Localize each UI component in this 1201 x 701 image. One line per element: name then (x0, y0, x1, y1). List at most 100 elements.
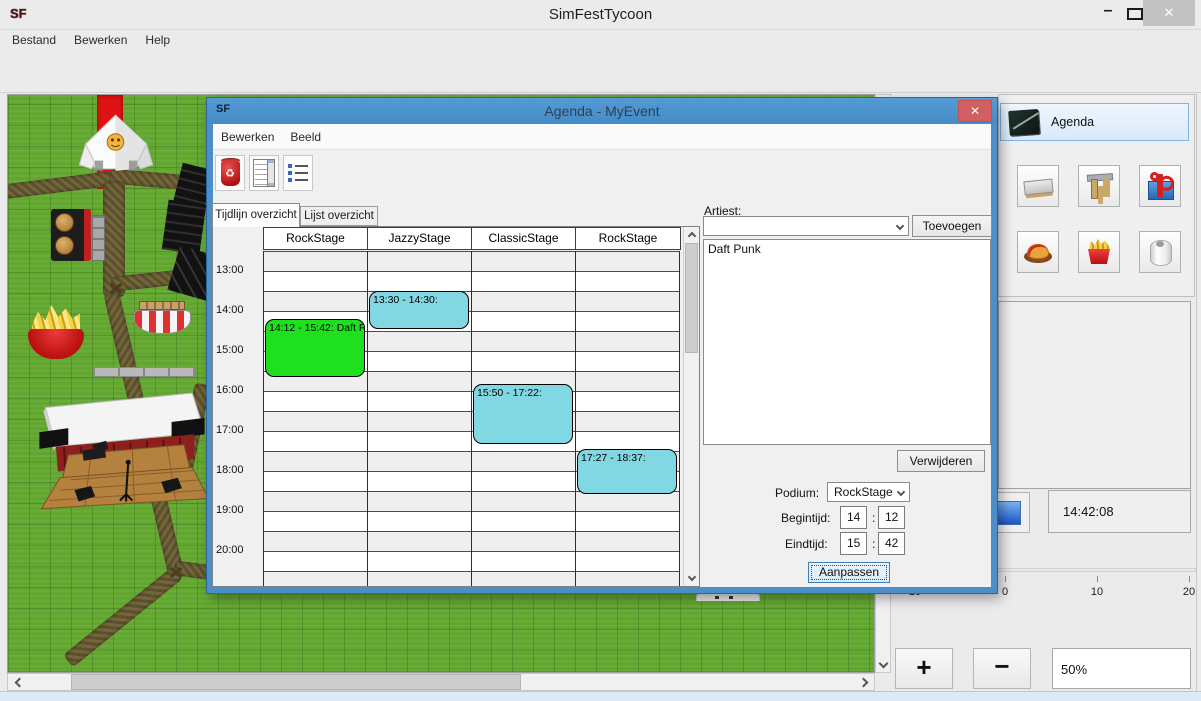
schedule-event[interactable]: 15:50 - 17:22: (473, 384, 573, 443)
play-icon (997, 501, 1021, 525)
artist-list-item[interactable]: Daft Punk (704, 240, 990, 258)
column-header: JazzyStage (367, 227, 472, 250)
scroll-down-icon[interactable] (686, 571, 698, 583)
begin-hour-field[interactable]: 14 (840, 506, 867, 529)
menu-bestand[interactable]: Bestand (4, 31, 64, 49)
tab-timeline[interactable]: Tijdlijn overzicht (212, 203, 300, 227)
chevron-down-icon (896, 222, 904, 230)
apply-button[interactable]: Aanpassen (808, 562, 890, 583)
time-label: 19:00 (216, 504, 260, 516)
zoom-level-field[interactable]: 50% (1052, 648, 1191, 689)
time-gutter: 13:0014:0015:0016:0017:0018:0019:0020:00 (213, 227, 263, 586)
slider-tick-label: 10 (1082, 586, 1112, 598)
schedule-event[interactable]: 14:12 - 15:42: Daft Punk (265, 319, 365, 377)
close-button[interactable]: ✕ (1143, 0, 1195, 26)
list-view-icon (287, 162, 309, 184)
column-header: ClassicStage (471, 227, 576, 250)
minimize-button[interactable]: – (1095, 2, 1121, 24)
stage-gate-icon (1084, 172, 1114, 200)
trash-icon: ♻ (221, 160, 240, 186)
column-header: RockStage (263, 227, 368, 250)
festival-tent[interactable] (76, 111, 156, 173)
time-label: 18:00 (216, 464, 260, 476)
artist-combobox[interactable] (703, 216, 909, 236)
end-minute-field[interactable]: 42 (878, 532, 905, 555)
timeline-view-button[interactable] (249, 155, 279, 191)
scroll-left-icon[interactable] (12, 675, 26, 689)
scroll-right-icon[interactable] (856, 675, 870, 689)
window-titlebar[interactable]: SF SimFestTycoon – ✕ (0, 0, 1201, 30)
shop-grid (1000, 165, 1195, 295)
schedule-scrollbar[interactable] (683, 227, 700, 586)
path-cross-mark (108, 281, 124, 297)
shop-button-gift[interactable] (1139, 165, 1181, 207)
shop-button-toilet-paper[interactable] (1139, 231, 1181, 273)
scrollbar-thumb[interactable] (685, 243, 698, 353)
clock-display: 14:42:08 (1048, 490, 1191, 533)
gift-bow (1149, 171, 1159, 181)
gift-icon (1145, 172, 1175, 200)
shop-button-fries[interactable] (1078, 231, 1120, 273)
road-tile-icon (1023, 172, 1053, 200)
podium-label: Podium: (775, 486, 819, 500)
speaker-rig[interactable] (151, 166, 213, 298)
main-toolbar (0, 50, 1201, 93)
tab-list[interactable]: Lijst overzicht (300, 206, 378, 226)
ticket-booth[interactable] (134, 301, 191, 335)
schedule-event[interactable]: 13:30 - 14:30: (369, 291, 469, 329)
grid-column-line (367, 251, 368, 587)
dialog-title: Agenda - MyEvent (207, 103, 997, 119)
begin-minute-field[interactable]: 12 (878, 506, 905, 529)
scroll-down-icon[interactable] (876, 656, 890, 670)
schedule-event[interactable]: 17:27 - 18:37: (577, 449, 677, 494)
dialog-border (991, 124, 997, 587)
pizza-icon (1023, 238, 1053, 266)
dialog-menu-bewerken[interactable]: Bewerken (213, 128, 282, 146)
main-menubar: BestandBewerkenHelp (0, 30, 1201, 50)
scroll-up-icon[interactable] (686, 230, 698, 242)
dialog-border (207, 587, 997, 593)
remove-artist-button[interactable]: Verwijderen (897, 450, 985, 472)
add-artist-button[interactable]: Toevoegen (912, 215, 992, 237)
map-horizontal-scrollbar[interactable] (7, 673, 875, 691)
maximize-button[interactable] (1127, 8, 1143, 20)
status-strip (0, 692, 1201, 701)
zoom-in-button[interactable]: + (895, 648, 953, 689)
list-view-button[interactable] (283, 155, 313, 191)
dialog-menu-beeld[interactable]: Beeld (282, 128, 329, 146)
time-label: 14:00 (216, 304, 260, 316)
app-window: SF SimFestTycoon – ✕ BestandBewerkenHelp (0, 0, 1201, 701)
time-colon: : (872, 511, 875, 525)
slider-tick (1097, 576, 1098, 582)
end-hour-field[interactable]: 15 (840, 532, 867, 555)
burger-stand[interactable] (51, 209, 91, 261)
time-label: 13:00 (216, 264, 260, 276)
fries-stand[interactable] (26, 305, 86, 361)
grid-column-line (263, 251, 264, 587)
agenda-button[interactable]: Agenda (1000, 103, 1189, 141)
zoom-out-button[interactable]: − (973, 648, 1031, 689)
dirt-path (63, 566, 183, 668)
wood-planks (94, 367, 196, 377)
time-colon: : (872, 537, 875, 551)
dialog-titlebar[interactable]: SF Agenda - MyEvent ✕ (207, 98, 997, 124)
scrollbar-thumb[interactable] (71, 674, 521, 690)
delete-event-button[interactable]: ♻ (215, 155, 245, 191)
slider-tick (1189, 576, 1190, 582)
schedule-grid[interactable]: 14:12 - 15:42: Daft Punk13:30 - 14:30: 15… (263, 251, 680, 587)
shop-button-stage-gate[interactable] (1078, 165, 1120, 207)
time-label: 16:00 (216, 384, 260, 396)
grid-column-line (471, 251, 472, 587)
main-stage[interactable] (36, 391, 208, 517)
podium-combobox[interactable]: RockStage (827, 482, 910, 502)
dialog-close-button[interactable]: ✕ (958, 100, 992, 122)
grid-column-line (679, 251, 680, 587)
menu-bewerken[interactable]: Bewerken (66, 31, 135, 49)
food-shelf (92, 215, 105, 261)
agenda-button-label: Agenda (1051, 115, 1094, 129)
tent-roof-sliver (696, 593, 760, 601)
shop-button-pizza[interactable] (1017, 231, 1059, 273)
artist-listbox[interactable]: Daft Punk (703, 239, 991, 445)
shop-button-road-tile[interactable] (1017, 165, 1059, 207)
menu-help[interactable]: Help (137, 31, 178, 49)
